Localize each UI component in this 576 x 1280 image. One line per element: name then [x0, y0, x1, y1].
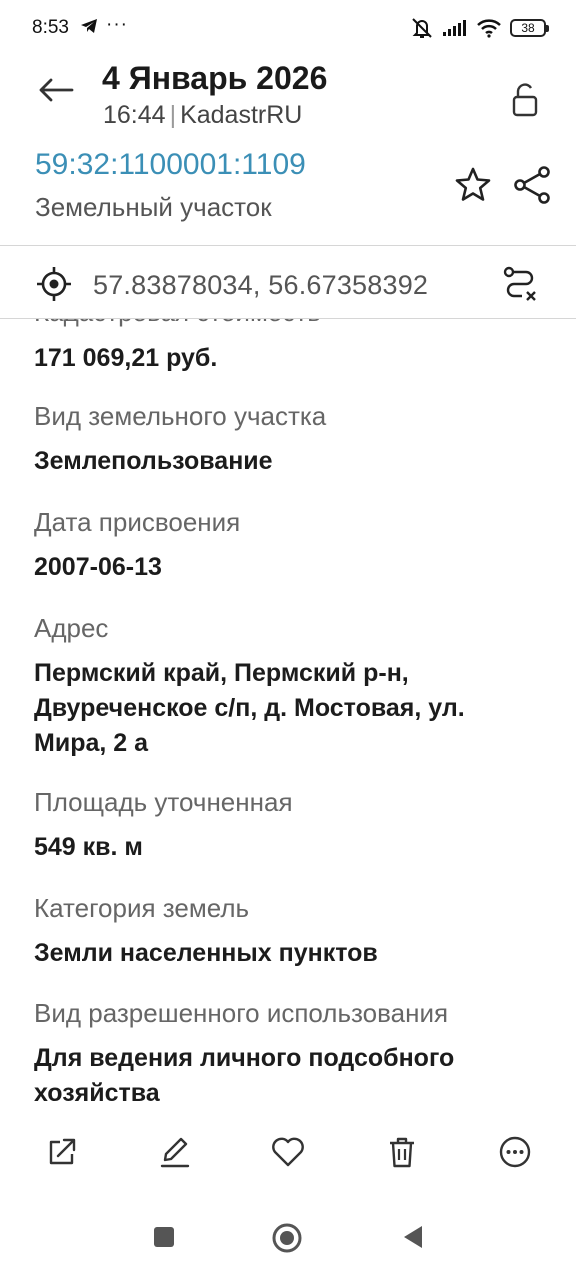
field-address: Адрес Пермский край, Пермский р-н, Двуре… — [34, 612, 554, 761]
more-icon[interactable] — [497, 1134, 533, 1170]
bottom-toolbar — [0, 1122, 576, 1184]
status-overflow-dots: ··· — [106, 14, 128, 35]
address-line: Мира, 2 а — [34, 729, 149, 757]
field-cadastral-value: 171 069,21 руб. — [34, 341, 554, 376]
cadastral-number[interactable]: 59:32:1100001:1109 — [35, 148, 306, 182]
share-icon[interactable] — [512, 164, 552, 206]
system-nav-bar — [0, 1212, 576, 1280]
open-external-icon[interactable] — [44, 1134, 80, 1170]
field-value: Землепользование — [34, 447, 273, 475]
field-value: Для ведения личного подсобного хозяйства — [34, 1041, 554, 1111]
route-icon[interactable] — [502, 266, 538, 302]
field-value: 2007-06-13 — [34, 553, 162, 581]
field-area: Площадь уточненная 549 кв. м — [34, 786, 554, 865]
field-land-category: Категория земель Земли населенных пункто… — [34, 892, 554, 971]
coordinates-bar: 57.83878034, 56.67358392 — [0, 246, 576, 319]
home-circle-icon[interactable] — [271, 1222, 302, 1253]
value-line: Для ведения личного подсобного — [34, 1044, 455, 1072]
back-arrow-icon[interactable] — [36, 70, 76, 110]
header-time: 16:44 — [103, 101, 166, 129]
unlock-icon[interactable] — [508, 82, 542, 118]
field-label: Вид земельного участка — [34, 401, 327, 431]
status-bar: 8:53 ··· 38 — [0, 0, 576, 56]
field-label: Категория земель — [34, 893, 250, 923]
status-icons: 38 — [410, 17, 549, 39]
field-label: Дата присвоения — [34, 507, 241, 537]
field-value: Пермский край, Пермский р-н, Двуреченско… — [34, 656, 554, 761]
field-value: Земли населенных пунктов — [34, 939, 378, 967]
value-line: хозяйства — [34, 1079, 160, 1107]
header-subtitle: 16:44 | KadastrRU — [103, 101, 302, 130]
field-label: Площадь уточненная — [34, 787, 293, 817]
back-triangle-icon[interactable] — [398, 1222, 428, 1252]
field-value: 171 069,21 руб. — [34, 344, 218, 372]
telegram-icon — [80, 18, 98, 34]
trash-icon[interactable] — [384, 1134, 420, 1170]
header-separator: | — [169, 101, 177, 129]
battery-icon: 38 — [510, 19, 549, 37]
status-time: 8:53 — [32, 17, 69, 38]
field-value: 549 кв. м — [34, 833, 143, 861]
field-label-cadastral-value: Кадастровая стоимость — [34, 319, 321, 328]
header-source: KadastrRU — [180, 101, 303, 129]
target-icon[interactable] — [36, 266, 72, 302]
address-line: Пермский край, Пермский р-н, — [34, 659, 409, 687]
signal-icon — [442, 19, 468, 37]
field-label: Адрес — [34, 613, 109, 643]
heart-icon[interactable] — [270, 1134, 306, 1170]
field-land-type: Вид земельного участка Землепользование — [34, 400, 554, 479]
date-title: 4 Январь 2026 — [102, 60, 328, 96]
field-label: Вид разрешенного использования — [34, 998, 449, 1028]
star-icon[interactable] — [454, 166, 492, 204]
recents-square-icon[interactable] — [149, 1222, 179, 1252]
header: 4 Январь 2026 16:44 | KadastrRU 59:32:1100… — [0, 56, 576, 246]
mute-icon — [410, 17, 434, 39]
edit-pencil-icon[interactable] — [157, 1134, 193, 1170]
coordinates-text[interactable]: 57.83878034, 56.67358392 — [93, 270, 428, 301]
wifi-icon — [476, 18, 502, 38]
details-content[interactable]: Кадастровая стоимость 171 069,21 руб. Ви… — [0, 319, 576, 1119]
field-permitted-use: Вид разрешенного использования Для веден… — [34, 997, 554, 1111]
field-assign-date: Дата присвоения 2007-06-13 — [34, 506, 554, 585]
object-type: Земельный участок — [35, 192, 272, 222]
address-line: Двуреченское с/п, д. Мостовая, ул. — [34, 694, 465, 722]
